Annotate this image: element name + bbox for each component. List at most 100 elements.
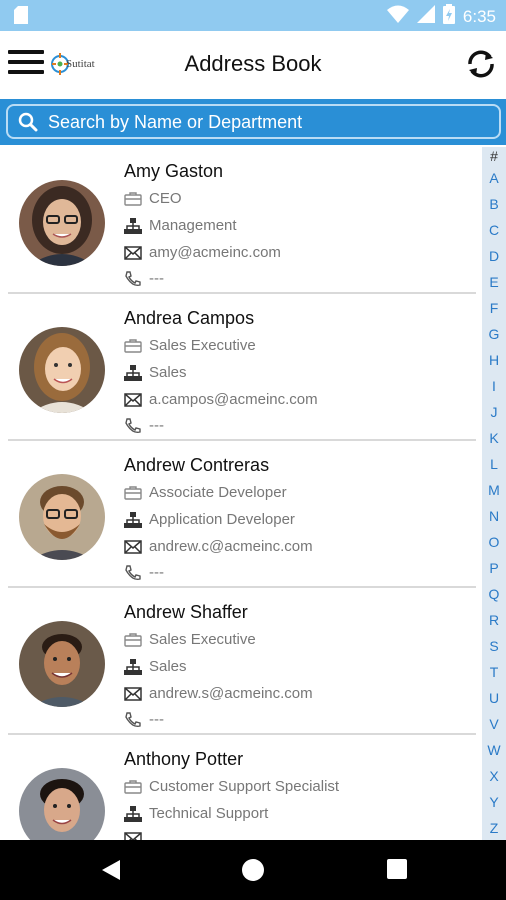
org-chart-icon xyxy=(124,217,142,234)
phone-icon xyxy=(125,564,141,580)
contact-item[interactable]: Andrea Campos Sales Executive Sales a.ca… xyxy=(8,294,476,441)
index-letter[interactable]: Z xyxy=(482,815,506,841)
contact-email[interactable]: a.campos@acmeinc.com xyxy=(149,391,318,408)
phone-icon xyxy=(125,270,141,286)
contact-department: Technical Support xyxy=(149,805,269,822)
mail-icon xyxy=(124,245,142,260)
search-box[interactable] xyxy=(6,104,501,139)
contact-department: Management xyxy=(149,217,237,234)
contact-email[interactable]: andrew.s@acmeinc.com xyxy=(149,685,313,702)
org-chart-icon xyxy=(124,511,142,528)
signal-icon xyxy=(416,5,435,28)
index-letter[interactable]: L xyxy=(482,451,506,477)
mail-icon xyxy=(124,392,142,407)
app-logo: Sutitat xyxy=(50,49,104,79)
battery-icon xyxy=(442,4,455,29)
index-letter[interactable]: U xyxy=(482,685,506,711)
index-letter[interactable]: N xyxy=(482,503,506,529)
contact-name: Anthony Potter xyxy=(124,749,244,769)
wifi-icon xyxy=(386,5,409,28)
briefcase-icon xyxy=(124,338,142,353)
index-letter[interactable]: I xyxy=(482,373,506,399)
mail-icon xyxy=(124,832,142,840)
avatar xyxy=(19,180,105,266)
avatar xyxy=(19,621,105,707)
index-letter[interactable]: E xyxy=(482,269,506,295)
contact-department: Application Developer xyxy=(149,511,295,528)
menu-icon[interactable] xyxy=(8,50,44,78)
contact-department: Sales xyxy=(149,364,187,381)
sync-icon[interactable] xyxy=(464,47,498,81)
home-icon[interactable] xyxy=(241,858,265,887)
index-letter[interactable]: Y xyxy=(482,789,506,815)
index-letter[interactable]: W xyxy=(482,737,506,763)
index-letter[interactable]: P xyxy=(482,555,506,581)
recents-icon[interactable] xyxy=(386,858,408,885)
contact-item[interactable]: Anthony Potter Customer Support Speciali… xyxy=(8,735,476,840)
back-icon[interactable] xyxy=(100,858,122,887)
index-letter[interactable]: # xyxy=(482,147,506,165)
logo-text: Sutitat xyxy=(66,58,95,70)
index-letter[interactable]: A xyxy=(482,165,506,191)
contact-name: Andrew Shaffer xyxy=(124,602,248,622)
org-chart-icon xyxy=(124,658,142,675)
index-letter[interactable]: O xyxy=(482,529,506,555)
briefcase-icon xyxy=(124,191,142,206)
index-letter[interactable]: T xyxy=(482,659,506,685)
contact-department: Sales xyxy=(149,658,187,675)
alphabet-index: # A B C D E F G H I J K L M N O P Q R S … xyxy=(482,147,506,840)
index-letter[interactable]: X xyxy=(482,763,506,789)
contact-item[interactable]: Andrew Contreras Associate Developer App… xyxy=(8,441,476,588)
briefcase-icon xyxy=(124,632,142,647)
briefcase-icon xyxy=(124,779,142,794)
briefcase-icon xyxy=(124,485,142,500)
avatar xyxy=(19,768,105,840)
index-letter[interactable]: H xyxy=(482,347,506,373)
contact-phone[interactable]: --- xyxy=(149,270,164,287)
contact-list: Amy Gaston CEO Management amy@acmeinc.co… xyxy=(0,147,482,840)
contact-name: Andrea Campos xyxy=(124,308,255,328)
index-letter[interactable]: F xyxy=(482,295,506,321)
contact-title: Customer Support Specialist xyxy=(149,778,340,795)
status-time: 6:35 xyxy=(462,6,496,26)
index-letter[interactable]: R xyxy=(482,607,506,633)
contact-title: Sales Executive xyxy=(149,337,256,354)
index-letter[interactable]: D xyxy=(482,243,506,269)
contact-title: Associate Developer xyxy=(149,484,287,501)
contact-email[interactable]: andrew.c@acmeinc.com xyxy=(149,538,313,555)
org-chart-icon xyxy=(124,364,142,381)
status-bar: 6:35 xyxy=(0,0,506,31)
contact-item[interactable]: Amy Gaston CEO Management amy@acmeinc.co… xyxy=(8,147,476,294)
search-icon xyxy=(18,112,38,137)
avatar xyxy=(19,474,105,560)
mail-icon xyxy=(124,686,142,701)
phone-icon xyxy=(125,711,141,727)
index-letter[interactable]: G xyxy=(482,321,506,347)
index-letter[interactable]: C xyxy=(482,217,506,243)
contact-item[interactable]: Andrew Shaffer Sales Executive Sales and… xyxy=(8,588,476,735)
contact-phone[interactable]: --- xyxy=(149,564,164,581)
search-bar xyxy=(0,99,506,145)
contact-name: Andrew Contreras xyxy=(124,455,270,475)
contact-email[interactable]: amy@acmeinc.com xyxy=(149,244,281,261)
mail-icon xyxy=(124,539,142,554)
contact-phone[interactable]: --- xyxy=(149,711,164,728)
contact-title: CEO xyxy=(149,190,182,207)
phone-icon xyxy=(125,417,141,433)
contact-title: Sales Executive xyxy=(149,631,256,648)
app-bar: Sutitat Address Book xyxy=(0,31,506,99)
contact-name: Amy Gaston xyxy=(124,161,224,181)
index-letter[interactable]: K xyxy=(482,425,506,451)
system-nav-bar xyxy=(0,840,506,900)
index-letter[interactable]: M xyxy=(482,477,506,503)
index-letter[interactable]: J xyxy=(482,399,506,425)
org-chart-icon xyxy=(124,805,142,822)
index-letter[interactable]: V xyxy=(482,711,506,737)
avatar xyxy=(19,327,105,413)
index-letter[interactable]: S xyxy=(482,633,506,659)
contact-phone[interactable]: --- xyxy=(149,417,164,434)
index-letter[interactable]: Q xyxy=(482,581,506,607)
search-input[interactable] xyxy=(48,110,488,134)
index-letter[interactable]: B xyxy=(482,191,506,217)
sd-card-icon xyxy=(14,6,28,29)
